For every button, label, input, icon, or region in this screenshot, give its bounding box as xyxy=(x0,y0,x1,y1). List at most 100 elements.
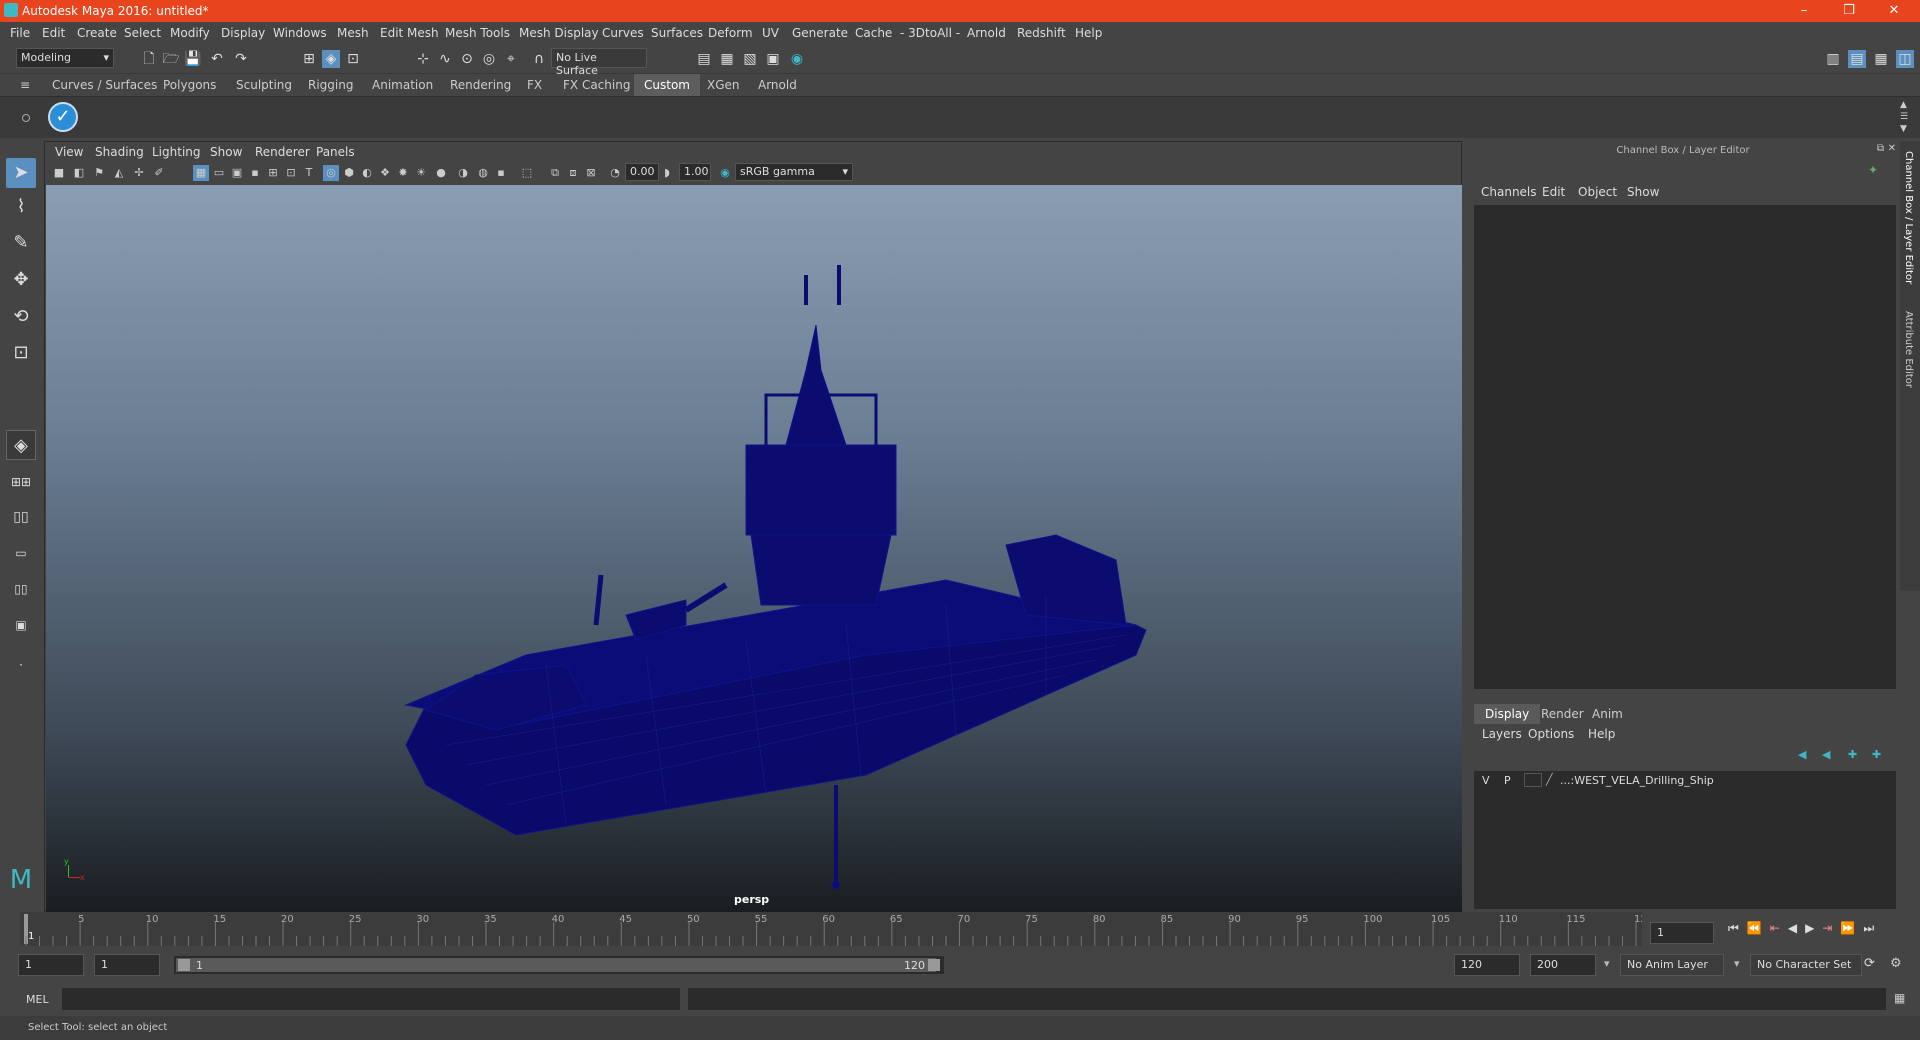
select-by-component-icon[interactable]: ⊡ xyxy=(344,50,362,68)
menu-set-dropdown[interactable]: Modeling ▾ xyxy=(16,48,114,68)
time-slider[interactable]: 5 10 15 20 25 30 35 40 45 50 55 60 65 70 75 80 85 90 95 100… xyxy=(20,912,1653,946)
camera-select-icon[interactable]: ■ xyxy=(51,165,67,181)
side-tab-channel-box[interactable]: Channel Box / Layer Editor xyxy=(1903,151,1914,284)
single-view-layout-icon[interactable]: ◈ xyxy=(6,430,36,460)
motion-blur-icon[interactable]: ◑ xyxy=(455,165,471,181)
go-to-end-icon[interactable]: ⏭ xyxy=(1863,921,1882,935)
gamma-icon[interactable]: ◗ xyxy=(659,165,675,181)
ipr-render-icon[interactable]: ▧ xyxy=(741,50,759,68)
shelf-tab-custom[interactable]: Custom xyxy=(634,74,700,96)
maximize-button[interactable]: ❐ xyxy=(1829,2,1869,20)
new-layer-selected-icon[interactable]: ✚ xyxy=(1872,748,1881,761)
character-set-dropdown[interactable]: No Character Set xyxy=(1750,954,1862,976)
vp-menu-renderer[interactable]: Renderer xyxy=(255,145,310,159)
shelf-tab-polygons[interactable]: Polygons xyxy=(153,74,226,96)
render-view-icon[interactable]: ▣ xyxy=(764,50,782,68)
safe-action-icon[interactable]: ⊡ xyxy=(283,165,299,181)
side-tab-attribute-editor[interactable]: Attribute Editor xyxy=(1903,311,1914,388)
camera-attributes-icon[interactable]: ◧ xyxy=(71,165,87,181)
smooth-shading-icon[interactable]: ⬢ xyxy=(341,165,357,181)
exposure-field[interactable]: 0.00 xyxy=(625,163,659,181)
snap-grid-icon[interactable]: ⊹ xyxy=(414,50,432,68)
new-scene-icon[interactable]: 🗋 xyxy=(140,50,158,68)
perspective-viewport[interactable]: y x persp xyxy=(46,185,1462,912)
layer-menu-layers[interactable]: Layers xyxy=(1482,727,1522,741)
undo-icon[interactable]: ↶ xyxy=(208,50,226,68)
shadows-icon[interactable]: ☀ xyxy=(413,165,429,181)
menu-create[interactable]: Create xyxy=(77,26,117,40)
shelf-tab-curves-surfaces[interactable]: Curves / Surfaces xyxy=(42,74,167,96)
render-frame-icon[interactable]: ▦ xyxy=(718,50,736,68)
menu-uv[interactable]: UV xyxy=(762,26,779,40)
layer-tab-anim[interactable]: Anim xyxy=(1581,704,1634,724)
exposure-icon[interactable]: ◔ xyxy=(607,165,623,181)
channel-box-area[interactable] xyxy=(1474,205,1896,689)
persp-outliner-layout-icon[interactable]: ▯▯ xyxy=(6,574,36,604)
play-forward-icon[interactable]: ▶ xyxy=(1805,921,1822,935)
default-material-icon[interactable]: ◐ xyxy=(359,165,375,181)
step-forward-frame-icon[interactable]: ⇥ xyxy=(1822,921,1840,935)
chevron-down-icon[interactable]: ▾ xyxy=(1604,957,1610,970)
bookmark-icon[interactable]: ⚑ xyxy=(91,165,107,181)
close-panel-icon[interactable]: ✕ xyxy=(1888,143,1896,154)
menu-select[interactable]: Select xyxy=(124,26,161,40)
channel-box-toggle-icon[interactable]: ◫ xyxy=(1896,50,1914,68)
channel-menu-channels[interactable]: Channels xyxy=(1481,185,1537,199)
shelf-tab-arnold[interactable]: Arnold xyxy=(748,74,807,96)
gamma-field[interactable]: 1.00 xyxy=(679,163,711,181)
shelf-tab-animation[interactable]: Animation xyxy=(362,74,443,96)
field-chart-icon[interactable]: ⊞ xyxy=(265,165,281,181)
range-slider-handle[interactable] xyxy=(176,958,936,972)
anti-aliasing-icon[interactable]: ◍ xyxy=(475,165,491,181)
move-layer-up-icon[interactable]: ◀ xyxy=(1798,748,1806,761)
mel-input[interactable] xyxy=(62,988,680,1010)
hypershade-layout-icon[interactable]: ▣ xyxy=(6,610,36,640)
toggle-ui-icon[interactable]: ▦ xyxy=(1872,50,1890,68)
workspace-icon[interactable]: ▥ xyxy=(1824,50,1842,68)
shelf-tab-rigging[interactable]: Rigging xyxy=(298,74,363,96)
open-scene-icon[interactable]: 🗁 xyxy=(162,50,180,68)
chevron-down-icon[interactable]: ▾ xyxy=(1734,957,1740,970)
color-management-icon[interactable]: ◉ xyxy=(717,165,733,181)
two-view-layout-icon[interactable]: ▯▯ xyxy=(6,502,36,532)
step-forward-key-icon[interactable]: ⏩ xyxy=(1840,921,1863,935)
layer-row[interactable]: V P ╱ ...:WEST_VELA_Drilling_Ship xyxy=(1474,771,1896,791)
wireframe-shading-icon[interactable]: ◎ xyxy=(323,165,339,181)
script-editor-icon[interactable]: ▦ xyxy=(1894,991,1905,1005)
shelf-tab-sculpting[interactable]: Sculpting xyxy=(226,74,302,96)
menu-edit[interactable]: Edit xyxy=(42,26,65,40)
xray-components-icon[interactable]: ⊠ xyxy=(583,165,599,181)
menu-file[interactable]: File xyxy=(10,26,30,40)
layer-playback-toggle[interactable]: P xyxy=(1504,774,1511,787)
shelf-settings-icon[interactable] xyxy=(22,114,30,122)
step-back-frame-icon[interactable]: ⇤ xyxy=(1770,921,1788,935)
anim-layer-dropdown[interactable]: No Anim Layer xyxy=(1620,954,1724,976)
paint-select-tool-icon[interactable]: ✎ xyxy=(6,228,36,258)
render-settings-icon[interactable]: ▤ xyxy=(695,50,713,68)
range-start-knob[interactable] xyxy=(178,959,190,971)
menu-redshift[interactable]: Redshift xyxy=(1017,26,1066,40)
layout-icon[interactable]: ▤ xyxy=(1848,50,1866,68)
menu-mesh[interactable]: Mesh xyxy=(337,26,369,40)
shelf-tab-fx-caching[interactable]: FX Caching xyxy=(553,74,640,96)
float-panel-icon[interactable]: ⧉ xyxy=(1877,143,1884,154)
xray-joints-icon[interactable]: ⧈ xyxy=(565,165,581,181)
go-to-start-icon[interactable]: ⏮ xyxy=(1728,921,1747,935)
grease-pencil-icon[interactable]: ✐ xyxy=(151,165,167,181)
view-transform-dropdown[interactable]: sRGB gamma ▾ xyxy=(735,163,853,181)
step-back-key-icon[interactable]: ⏪ xyxy=(1747,921,1770,935)
mel-label[interactable]: MEL xyxy=(26,993,49,1006)
screen-space-ao-icon[interactable]: ● xyxy=(433,165,449,181)
vp-menu-show[interactable]: Show xyxy=(210,145,242,159)
menu-windows[interactable]: Windows xyxy=(273,26,327,40)
gate-mask-icon[interactable]: ▪ xyxy=(247,165,263,181)
playback-end-field[interactable]: 120 xyxy=(1454,954,1520,976)
shelf-tab-xgen[interactable]: XGen xyxy=(697,74,750,96)
play-backward-icon[interactable]: ◀ xyxy=(1788,921,1805,935)
menu-mesh-tools[interactable]: Mesh Tools xyxy=(445,26,510,40)
snap-curve-icon[interactable]: ∿ xyxy=(436,50,454,68)
range-end-knob[interactable] xyxy=(928,959,940,971)
scene-end-field[interactable]: 200 xyxy=(1530,954,1596,976)
magnet-icon[interactable]: ∩ xyxy=(530,50,548,68)
menu-3dtoall[interactable]: - 3DtoAll - xyxy=(900,26,960,40)
